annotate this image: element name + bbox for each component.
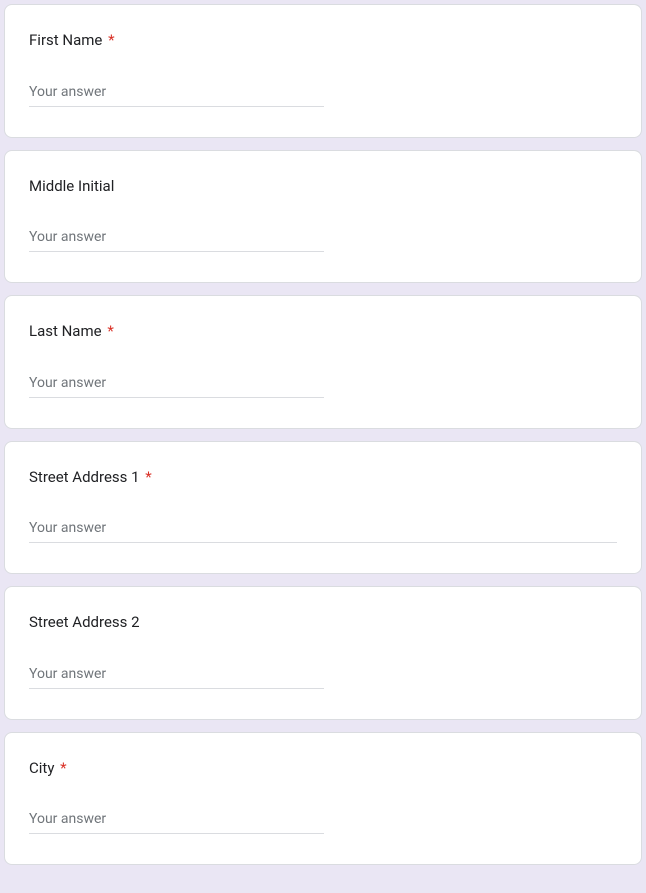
form-question-card: City *	[4, 732, 642, 866]
question-text: Street Address 1	[29, 468, 140, 486]
question-label: Street Address 2	[29, 611, 617, 634]
street-address-2-field[interactable]	[29, 662, 324, 689]
city-field[interactable]	[29, 807, 324, 834]
question-text: First Name	[29, 31, 102, 49]
question-text: Street Address 2	[29, 613, 140, 631]
question-text: City	[29, 759, 54, 777]
question-label: First Name *	[29, 29, 617, 52]
street-address-1-field[interactable]	[29, 516, 617, 543]
question-label: City *	[29, 757, 617, 780]
form-question-card: Street Address 1 *	[4, 441, 642, 575]
first-name-field[interactable]	[29, 80, 324, 107]
question-label: Middle Initial	[29, 175, 617, 198]
required-indicator: *	[60, 759, 66, 777]
required-indicator: *	[107, 322, 113, 340]
question-label: Street Address 1 *	[29, 466, 617, 489]
question-text: Middle Initial	[29, 177, 114, 195]
form-question-card: First Name *	[4, 4, 642, 138]
required-indicator: *	[145, 468, 151, 486]
last-name-field[interactable]	[29, 371, 324, 398]
question-text: Last Name	[29, 322, 102, 340]
middle-initial-field[interactable]	[29, 225, 324, 252]
form-question-card: Last Name *	[4, 295, 642, 429]
form-question-card: Middle Initial	[4, 150, 642, 284]
form-question-card: Street Address 2	[4, 586, 642, 720]
question-label: Last Name *	[29, 320, 617, 343]
required-indicator: *	[108, 31, 114, 49]
